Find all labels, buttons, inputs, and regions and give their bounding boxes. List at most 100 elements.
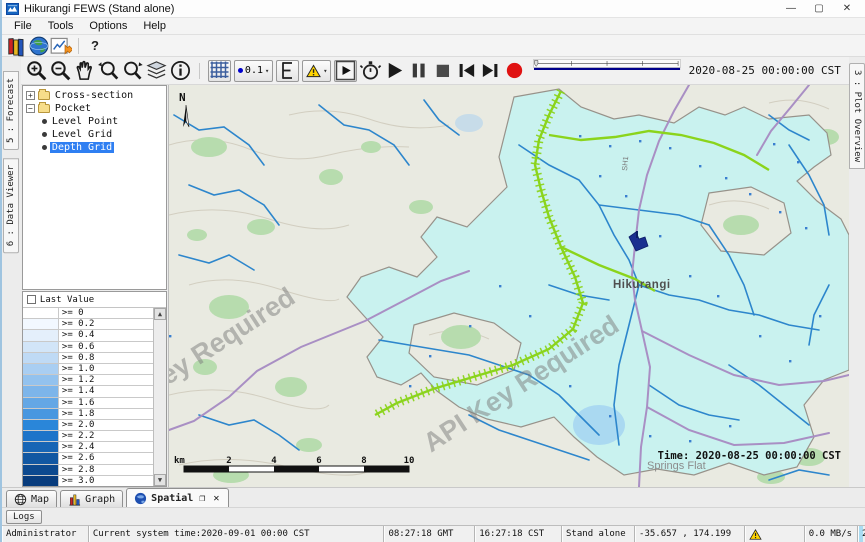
- window-title: Hikurangi FEWS (Stand alone): [24, 3, 174, 15]
- color-swatch: [23, 342, 59, 352]
- svg-text:4: 4: [271, 456, 277, 466]
- expand-icon[interactable]: +: [26, 91, 35, 100]
- app-window: Hikurangi FEWS (Stand alone) — ▢ ✕ File …: [0, 0, 865, 542]
- legend-panel: Last Value >= 0 >= 0.2 >= 0.4 >= 0.6 >= …: [22, 291, 167, 487]
- node-bullet-icon: [42, 145, 47, 150]
- title-bar: Hikurangi FEWS (Stand alone) — ▢ ✕: [2, 0, 865, 18]
- explorer-icon[interactable]: [6, 36, 28, 55]
- grid-layer-button[interactable]: [208, 60, 231, 82]
- skip-start-button[interactable]: [455, 60, 478, 82]
- last-value-checkbox[interactable]: [27, 295, 36, 304]
- legend-row: >= 1.4: [23, 386, 153, 397]
- scroll-up-icon[interactable]: ▲: [154, 308, 166, 320]
- color-swatch: [23, 453, 59, 463]
- tree-item-cross-section[interactable]: + Cross-section: [26, 89, 166, 102]
- timeline-datetime: 2020-08-25 00:00:00 CST: [689, 64, 845, 77]
- minimize-button[interactable]: —: [777, 1, 805, 17]
- status-warning[interactable]: [745, 526, 804, 542]
- collapse-icon[interactable]: −: [26, 104, 35, 113]
- color-swatch: [23, 420, 59, 430]
- document-tabs: Map Graph Spatial ❐ ✕: [2, 487, 865, 507]
- road-label: SH1: [620, 156, 630, 171]
- chevron-down-icon: ▾: [265, 67, 269, 75]
- menu-bar: File Tools Options Help: [2, 18, 865, 35]
- zoom-previous-icon[interactable]: [97, 60, 120, 82]
- tree-item-depth-grid[interactable]: Depth Grid: [26, 141, 166, 154]
- chevron-down-icon: ▾: [323, 67, 327, 75]
- tab-plot-overview[interactable]: 3 : Plot Overview: [849, 63, 865, 169]
- map-globe-icon[interactable]: [28, 36, 50, 55]
- warning-dropdown-button[interactable]: ▾: [302, 60, 331, 82]
- legend-row: >= 0: [23, 308, 153, 319]
- map-toolbar: 0.1 ▾ ▾: [21, 57, 849, 85]
- zoom-next-icon[interactable]: [121, 60, 144, 82]
- status-user: Administrator: [2, 526, 89, 542]
- scroll-down-icon[interactable]: ▼: [154, 474, 166, 486]
- folder-icon: [38, 104, 50, 113]
- tab-map[interactable]: Map: [6, 490, 57, 507]
- color-swatch: [23, 431, 59, 441]
- help-button[interactable]: ?: [85, 38, 105, 53]
- tab-graph[interactable]: Graph: [60, 490, 123, 507]
- color-swatch: [23, 476, 59, 486]
- zoom-in-icon[interactable]: [25, 60, 48, 82]
- color-swatch: [23, 375, 59, 385]
- skip-end-button[interactable]: [479, 60, 502, 82]
- tab-close-icon[interactable]: ✕: [211, 493, 221, 504]
- legend-scale: >= 0 >= 0.2 >= 0.4 >= 0.6 >= 0.8 >= 1.0 …: [23, 308, 153, 486]
- legend-row: >= 1.2: [23, 375, 153, 386]
- map-viewport[interactable]: SH1 Hikurangi Springs Flat API Key Requi…: [169, 85, 849, 487]
- logs-button[interactable]: Logs: [6, 510, 42, 524]
- status-local-time: 16:27:18 CST: [475, 526, 562, 542]
- pause-button[interactable]: [407, 60, 430, 82]
- tab-forecast[interactable]: 5 : Forecast: [3, 71, 19, 150]
- tree-item-level-grid[interactable]: Level Grid: [26, 128, 166, 141]
- menu-help[interactable]: Help: [135, 19, 174, 33]
- map-time-label: Time: 2020-08-25 00:00:00 CST: [658, 450, 841, 462]
- legend-title: Last Value: [40, 295, 94, 305]
- town-label: Hikurangi: [613, 279, 671, 291]
- tree-item-pocket[interactable]: − Pocket: [26, 102, 166, 115]
- svg-text:6: 6: [316, 456, 321, 466]
- stop-button[interactable]: [431, 60, 454, 82]
- menu-options[interactable]: Options: [81, 19, 135, 33]
- blue-globe-icon: [134, 492, 147, 505]
- folder-icon: [38, 91, 50, 100]
- pan-hand-icon[interactable]: [73, 60, 96, 82]
- threshold-dropdown-button[interactable]: 0.1 ▾: [234, 60, 273, 82]
- tab-data-viewer[interactable]: 6 : Data Viewer: [3, 158, 19, 253]
- legend-scrollbar[interactable]: ▲ ▼: [153, 308, 166, 486]
- status-memory: 2.5 GB: [858, 526, 865, 542]
- svg-text:2: 2: [226, 456, 231, 466]
- color-swatch: [23, 353, 59, 363]
- record-button[interactable]: [503, 60, 526, 82]
- maximize-button[interactable]: ▢: [805, 1, 833, 17]
- svg-text:km: km: [174, 456, 185, 466]
- animation-dialog-button[interactable]: [334, 60, 357, 82]
- svg-text:N: N: [179, 91, 186, 104]
- status-mode: Stand alone: [562, 526, 635, 542]
- close-button[interactable]: ✕: [833, 1, 861, 17]
- menu-tools[interactable]: Tools: [40, 19, 82, 33]
- status-system-time: Current system time:2020-09-01 00:00 CST: [89, 526, 385, 542]
- color-swatch: [23, 319, 59, 329]
- profile-button[interactable]: [276, 60, 299, 82]
- menu-file[interactable]: File: [6, 19, 40, 33]
- time-slider[interactable]: [533, 59, 681, 83]
- toolbar-separator: [78, 38, 79, 54]
- timeseries-dialog-icon[interactable]: [50, 36, 72, 55]
- tree-item-level-point[interactable]: Level Point: [26, 115, 166, 128]
- data-layers-panel: + Cross-section − Pocket Level Point: [21, 85, 169, 487]
- movie-recorder-icon[interactable]: [359, 60, 382, 82]
- color-swatch: [23, 364, 59, 374]
- legend-row: >= 1.6: [23, 398, 153, 409]
- zoom-out-icon[interactable]: [49, 60, 72, 82]
- info-icon[interactable]: [169, 60, 192, 82]
- tab-maximize-icon[interactable]: ❐: [197, 493, 207, 504]
- play-button[interactable]: [383, 60, 406, 82]
- warning-icon: [749, 529, 762, 540]
- layers-icon[interactable]: [145, 60, 168, 82]
- tab-spatial[interactable]: Spatial ❐ ✕: [126, 488, 229, 507]
- color-swatch: [23, 308, 59, 318]
- legend-row: >= 1.0: [23, 364, 153, 375]
